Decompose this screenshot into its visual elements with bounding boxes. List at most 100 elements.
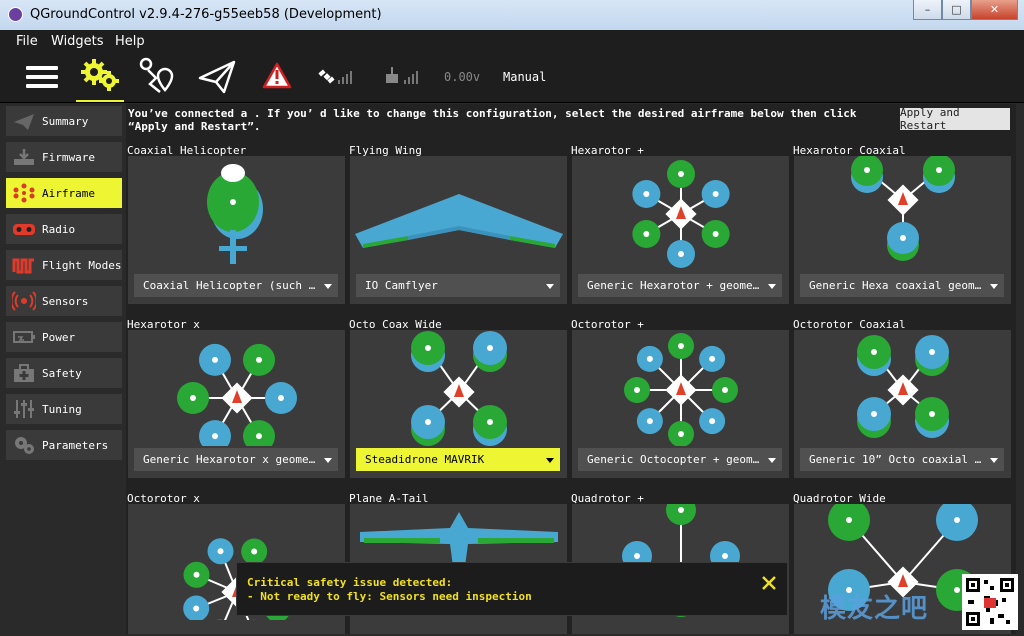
window-controls: – □ ✕ (913, 0, 1018, 20)
sidebar-item-label: Parameters (42, 439, 109, 452)
sidebar-item-label: Radio (42, 223, 76, 236)
sidebar-item-summary[interactable]: Summary (6, 106, 122, 136)
airframe-model-dropdown[interactable]: Generic Hexa coaxial geometry (800, 274, 1004, 297)
menu-widgets[interactable]: Widgets (51, 34, 104, 49)
gps-satellite-icon[interactable] (316, 52, 358, 100)
airframe-intro-text: You’ve connected a . If you’ d like to c… (128, 107, 857, 133)
menu-bar: File Widgets Help (0, 30, 1024, 52)
toast-message: - Not ready to fly: Sensors need inspect… (247, 590, 532, 603)
sidebar-item-label: Firmware (42, 151, 95, 164)
setup-gear-icon[interactable] (76, 52, 124, 102)
airframe-model-dropdown[interactable]: Steadidrone MAVRIK (356, 448, 560, 471)
menu-help[interactable]: Help (115, 34, 145, 49)
close-button[interactable]: ✕ (971, 0, 1018, 20)
app-logo-icon (8, 7, 23, 22)
airframe-model-value: Steadidrone MAVRIK (365, 453, 485, 466)
airframe-model-dropdown[interactable]: IO Camflyer (356, 274, 560, 297)
menu-file[interactable]: File (16, 34, 38, 49)
airframe-hexx-diagram (177, 343, 297, 446)
airframe-icon (13, 183, 35, 203)
qr-code-image (962, 574, 1018, 630)
chevron-down-icon (546, 284, 554, 289)
chevron-down-icon (768, 458, 776, 463)
app-window: QGroundControl v2.9.4-276-g55eeb58 (Deve… (0, 0, 1024, 636)
sidebar-item-label: Airframe (42, 187, 95, 200)
safety-icon (14, 364, 34, 382)
sidebar-item-flight-modes[interactable]: Flight Modes (6, 250, 122, 280)
sidebar-item-power[interactable]: Power (6, 322, 122, 352)
airframe-model-value: Generic 10” Octo coaxial ge… (809, 453, 983, 466)
airframe-panel-box[interactable]: Generic Hexarotor + geometry (572, 156, 789, 304)
airframe-heli-diagram (207, 164, 263, 264)
close-toast-icon[interactable] (759, 573, 779, 593)
sensors-icon (12, 291, 36, 311)
airframe-model-dropdown[interactable]: Coaxial Helicopter (such as… (134, 274, 338, 297)
airframe-model-value: Generic Hexarotor + geometry (587, 279, 761, 292)
sidebar-item-tuning[interactable]: Tuning (6, 394, 122, 424)
sidebar-item-label: Summary (42, 115, 89, 128)
airframe-model-value: IO Camflyer (365, 279, 438, 292)
chevron-down-icon (990, 284, 998, 289)
rc-rssi-icon[interactable] (382, 52, 424, 100)
airframe-panel-box[interactable]: Steadidrone MAVRIK (350, 330, 567, 478)
sidebar-item-label: Safety (42, 367, 82, 380)
radio-icon (13, 224, 35, 235)
airframe-model-value: Coaxial Helicopter (such as… (143, 279, 317, 292)
chevron-down-icon (990, 458, 998, 463)
sidebar-item-label: Tuning (42, 403, 82, 416)
airframe-model-dropdown[interactable]: Generic 10” Octo coaxial ge… (800, 448, 1004, 471)
sidebar-item-safety[interactable]: Safety (6, 358, 122, 388)
airframe-panel-box[interactable]: Generic 10” Octo coaxial ge… (794, 330, 1011, 478)
airframe-model-value: Generic Hexarotor x geometry (143, 453, 317, 466)
safety-toast: Critical safety issue detected: - Not re… (236, 562, 788, 616)
main-toolbar: 0.00v Manual (0, 52, 1024, 103)
airframe-model-dropdown[interactable]: Generic Hexarotor x geometry (134, 448, 338, 471)
sidebar-item-radio[interactable]: Radio (6, 214, 122, 244)
airframe-octocoax-diagram (857, 335, 949, 438)
sidebar-item-sensors[interactable]: Sensors (6, 286, 122, 316)
sliders-icon (14, 400, 34, 418)
chevron-down-icon (546, 458, 554, 463)
watermark-logo: 模友之吧 (820, 594, 929, 624)
airframe-panel-box[interactable]: Generic Hexa coaxial geometry (794, 156, 1011, 304)
plan-flight-icon[interactable] (136, 52, 180, 100)
airframe-hexplus-diagram (632, 160, 730, 268)
airframe-panel-box[interactable]: Generic Octocopter + geometry (572, 330, 789, 478)
battery-icon (13, 331, 35, 343)
airframe-octoplus-diagram (624, 333, 738, 446)
maximize-button[interactable]: □ (942, 0, 971, 20)
flight-mode[interactable]: Manual (503, 70, 546, 84)
airframe-model-dropdown[interactable]: Generic Hexarotor + geometry (578, 274, 782, 297)
airframe-hexcoax-diagram (851, 156, 955, 261)
title-bar: QGroundControl v2.9.4-276-g55eeb58 (Deve… (0, 0, 1024, 30)
airframe-model-value: Generic Octocopter + geometry (587, 453, 761, 466)
sidebar-item-firmware[interactable]: Firmware (6, 142, 122, 172)
gears-icon (15, 437, 34, 454)
paper-plane-icon (14, 114, 34, 130)
airframe-panel: You’ve connected a . If you’ d like to c… (126, 104, 1016, 634)
airframe-panel-box[interactable]: Generic Hexarotor x geometry (128, 330, 345, 478)
airframe-wing-diagram (355, 194, 563, 248)
download-icon (14, 149, 34, 165)
sidebar-item-airframe[interactable]: Airframe (6, 178, 122, 208)
airframe-model-dropdown[interactable]: Generic Octocopter + geometry (578, 448, 782, 471)
toast-title: Critical safety issue detected: (247, 576, 453, 589)
battery-voltage: 0.00v (444, 70, 481, 84)
apply-and-restart-button[interactable]: Apply and Restart (900, 106, 1010, 132)
chevron-down-icon (324, 458, 332, 463)
chevron-down-icon (324, 284, 332, 289)
airframe-model-value: Generic Hexa coaxial geometry (809, 279, 983, 292)
airframe-octocoaxwide-diagram (411, 331, 507, 446)
window-title: QGroundControl v2.9.4-276-g55eeb58 (Deve… (30, 7, 382, 22)
airframe-panel-box[interactable]: Coaxial Helicopter (such as… (128, 156, 345, 304)
fly-paper-plane-icon[interactable] (196, 52, 238, 100)
sidebar-item-label: Flight Modes (42, 259, 122, 272)
flight-modes-icon (12, 258, 34, 274)
minimize-button[interactable]: – (913, 0, 942, 20)
airframe-panel-box[interactable]: IO Camflyer (350, 156, 567, 304)
warning-icon[interactable] (262, 52, 292, 100)
menu-hamburger-icon[interactable] (26, 66, 58, 88)
sidebar-item-parameters[interactable]: Parameters (6, 430, 122, 460)
sidebar-item-label: Sensors (42, 295, 89, 308)
chevron-down-icon (768, 284, 776, 289)
